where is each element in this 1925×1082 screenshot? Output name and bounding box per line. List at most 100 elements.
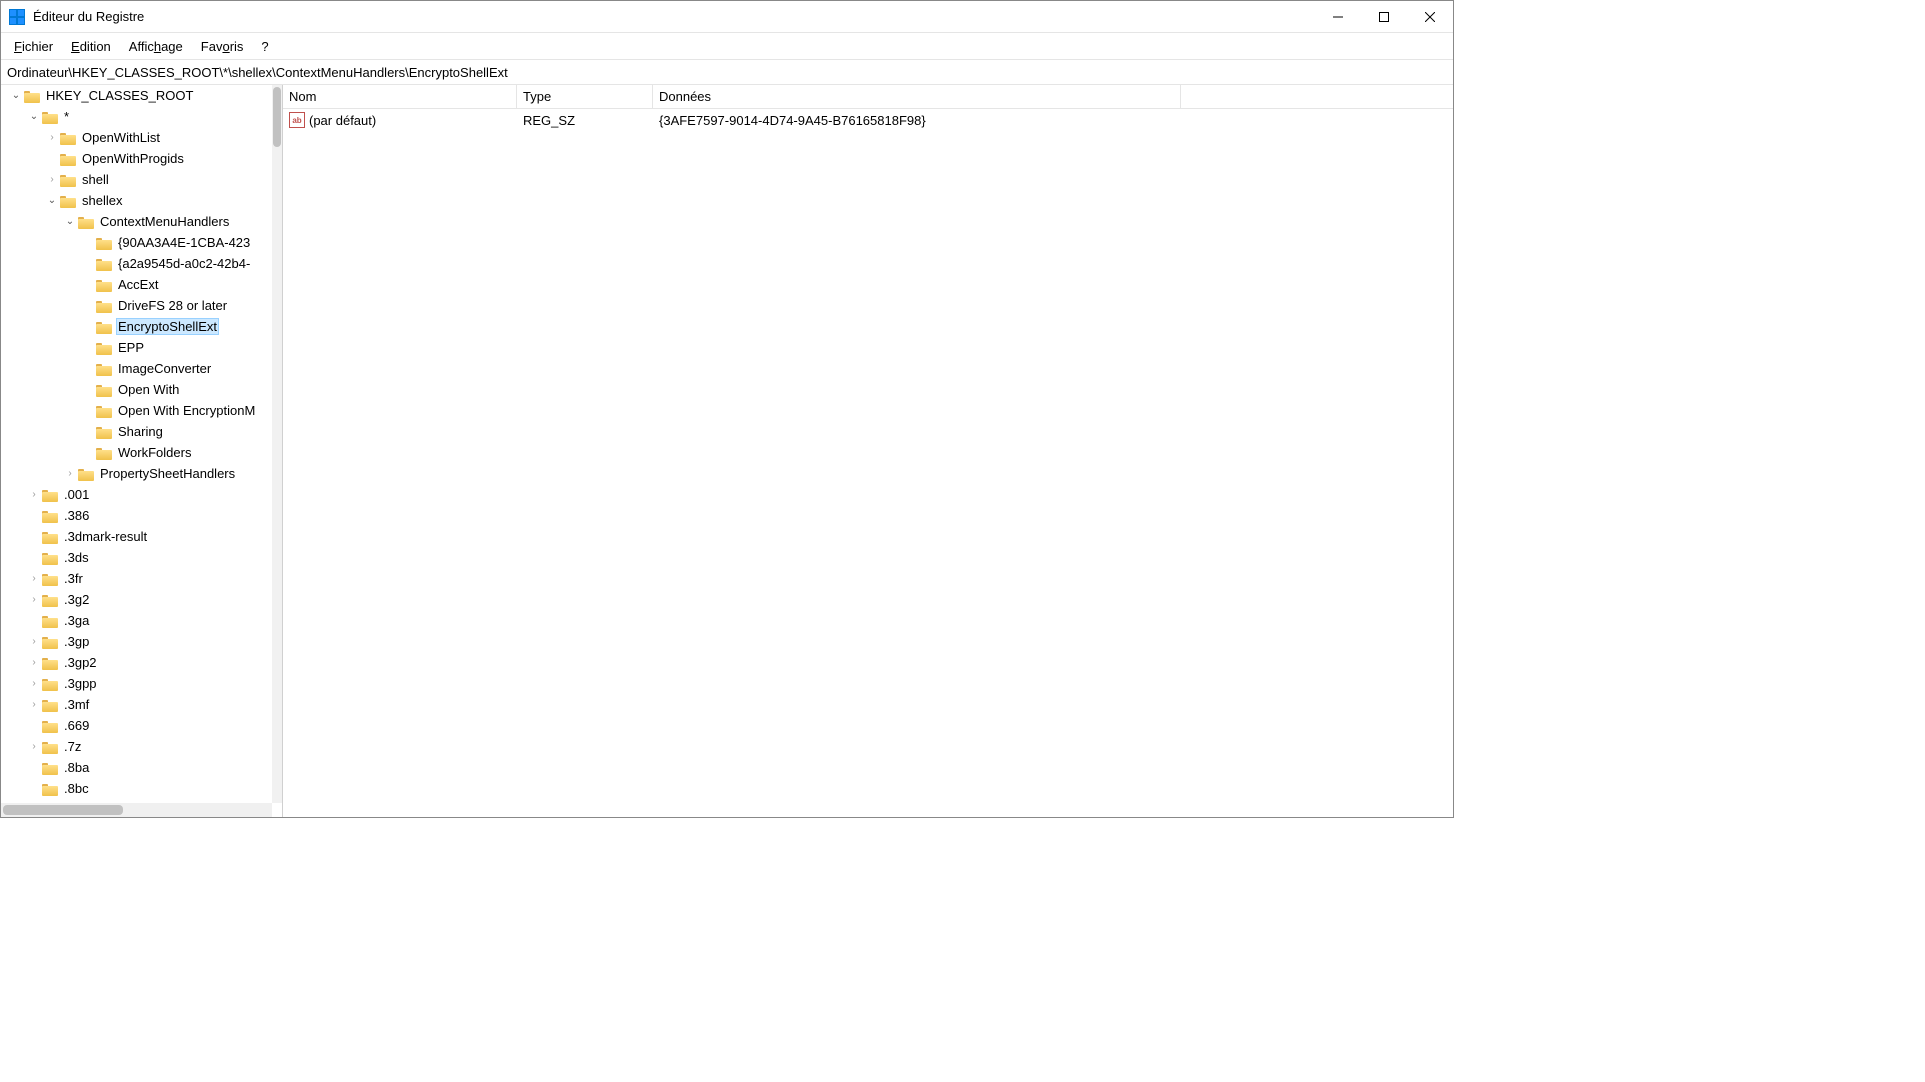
value-row[interactable]: ab(par défaut)REG_SZ{3AFE7597-9014-4D74-… (283, 109, 1453, 131)
chevron-right-icon[interactable]: › (45, 173, 59, 187)
folder-icon (42, 656, 58, 670)
scrollbar-thumb[interactable] (3, 805, 123, 815)
tree-item[interactable]: › .001 (1, 484, 282, 505)
tree-item[interactable]: ⌄ ContextMenuHandlers (1, 211, 282, 232)
folder-icon (42, 509, 58, 523)
chevron-right-icon[interactable]: › (27, 635, 41, 649)
tree-item[interactable]: ⌄shellex (1, 190, 282, 211)
tree-item-label: .386 (62, 507, 91, 524)
column-header-name[interactable]: Nom (283, 85, 517, 108)
minimize-button[interactable] (1315, 1, 1361, 33)
menu-view[interactable]: Affichage (120, 35, 192, 58)
menu-favorites[interactable]: Favoris (192, 35, 253, 58)
values-list[interactable]: ab(par défaut)REG_SZ{3AFE7597-9014-4D74-… (283, 109, 1453, 131)
close-button[interactable] (1407, 1, 1453, 33)
tree-item[interactable]: ›DriveFS 28 or later (1, 295, 282, 316)
column-header-type[interactable]: Type (517, 85, 653, 108)
tree-item-label: OpenWithList (80, 129, 162, 146)
tree-item[interactable]: ›.3gp (1, 631, 282, 652)
chevron-right-icon[interactable]: › (27, 593, 41, 607)
chevron-right-icon[interactable]: › (63, 467, 77, 481)
tree-item-label: .3gp2 (62, 654, 99, 671)
chevron-right-icon[interactable]: › (27, 572, 41, 586)
tree-item[interactable]: › shell (1, 169, 282, 190)
tree-item[interactable]: ⌄ HKEY_CLASSES_ROOT (1, 85, 282, 106)
folder-icon (96, 383, 112, 397)
tree-item[interactable]: › OpenWithList (1, 127, 282, 148)
folder-icon (42, 635, 58, 649)
tree-view[interactable]: ⌄HKEY_CLASSES_ROOT⌄*›OpenWithList›OpenWi… (1, 85, 282, 803)
menu-edit[interactable]: Edition (62, 35, 120, 58)
tree-item[interactable]: ›.3ga (1, 610, 282, 631)
app-icon (9, 9, 25, 25)
tree-item[interactable]: ›{90AA3A4E-1CBA-423 (1, 232, 282, 253)
tree-item[interactable]: › .3fr (1, 568, 282, 589)
tree-item-label: .3dmark-result (62, 528, 149, 545)
titlebar[interactable]: Éditeur du Registre (1, 1, 1453, 33)
folder-icon (60, 173, 76, 187)
tree-item-label: EncryptoShellExt (116, 318, 219, 335)
tree-item-label: .3ga (62, 612, 91, 629)
tree-item[interactable]: ›Open With EncryptionM (1, 400, 282, 421)
folder-icon (42, 740, 58, 754)
folder-icon (42, 593, 58, 607)
tree-item[interactable]: ›.3dmark-result (1, 526, 282, 547)
scrollbar-thumb[interactable] (273, 87, 281, 147)
tree-item[interactable]: ›.3mf (1, 694, 282, 715)
tree-item-label: .8bc (62, 780, 91, 797)
address-bar[interactable]: Ordinateur\HKEY_CLASSES_ROOT\*\shellex\C… (1, 59, 1453, 85)
tree-item[interactable]: › .3gp2 (1, 652, 282, 673)
tree-horizontal-scrollbar[interactable] (1, 803, 272, 817)
folder-icon (42, 488, 58, 502)
tree-item[interactable]: ›EPP (1, 337, 282, 358)
tree-item[interactable]: ›PropertySheetHandlers (1, 463, 282, 484)
tree-item[interactable]: ›Sharing (1, 421, 282, 442)
chevron-down-icon[interactable]: ⌄ (63, 215, 77, 229)
tree-item[interactable]: ⌄* (1, 106, 282, 127)
tree-item[interactable]: ›OpenWithProgids (1, 148, 282, 169)
tree-item-label: HKEY_CLASSES_ROOT (44, 87, 195, 104)
chevron-down-icon[interactable]: ⌄ (9, 89, 23, 103)
chevron-right-icon[interactable]: › (27, 656, 41, 670)
tree-item-label: .3fr (62, 570, 85, 587)
tree-item-label: .7z (62, 738, 83, 755)
chevron-right-icon[interactable]: › (27, 698, 41, 712)
folder-icon (96, 404, 112, 418)
chevron-right-icon[interactable]: › (45, 131, 59, 145)
tree-item[interactable]: ›.3gpp (1, 673, 282, 694)
chevron-right-icon[interactable]: › (27, 677, 41, 691)
tree-item[interactable]: › .3g2 (1, 589, 282, 610)
tree-item[interactable]: ›.3ds (1, 547, 282, 568)
tree-item[interactable]: ›.8ba (1, 757, 282, 778)
menu-help[interactable]: ? (252, 35, 277, 58)
tree-item[interactable]: ›.386 (1, 505, 282, 526)
tree-item[interactable]: ›ImageConverter (1, 358, 282, 379)
menu-file[interactable]: Fichier (5, 35, 62, 58)
tree-item[interactable]: › .7z (1, 736, 282, 757)
tree-item-label: OpenWithProgids (80, 150, 186, 167)
content-area: ⌄HKEY_CLASSES_ROOT⌄*›OpenWithList›OpenWi… (1, 85, 1453, 817)
tree-item-label: shell (80, 171, 111, 188)
column-header-data[interactable]: Données (653, 85, 1181, 108)
tree-item[interactable]: ›{a2a9545d-a0c2-42b4- (1, 253, 282, 274)
values-pane: Nom Type Données ab(par défaut)REG_SZ{3A… (283, 85, 1453, 817)
tree-vertical-scrollbar[interactable] (272, 85, 282, 803)
tree-item-label: .001 (62, 486, 91, 503)
tree-item-label: Open With (116, 381, 181, 398)
tree-item[interactable]: ›.8bc (1, 778, 282, 799)
tree-item[interactable]: ›.669 (1, 715, 282, 736)
tree-item[interactable]: ›Open With (1, 379, 282, 400)
tree-item[interactable]: ›EncryptoShellExt (1, 316, 282, 337)
chevron-down-icon[interactable]: ⌄ (27, 110, 41, 124)
tree-item-label: ContextMenuHandlers (98, 213, 231, 230)
chevron-right-icon[interactable]: › (27, 740, 41, 754)
folder-icon (96, 320, 112, 334)
tree-item-label: EPP (116, 339, 146, 356)
maximize-button[interactable] (1361, 1, 1407, 33)
tree-item-label: .3g2 (62, 591, 91, 608)
chevron-right-icon[interactable]: › (27, 488, 41, 502)
chevron-down-icon[interactable]: ⌄ (45, 194, 59, 208)
tree-item[interactable]: ›WorkFolders (1, 442, 282, 463)
tree-item[interactable]: ›AccExt (1, 274, 282, 295)
registry-editor-window: Éditeur du Registre Fichier Edition Affi… (0, 0, 1454, 818)
